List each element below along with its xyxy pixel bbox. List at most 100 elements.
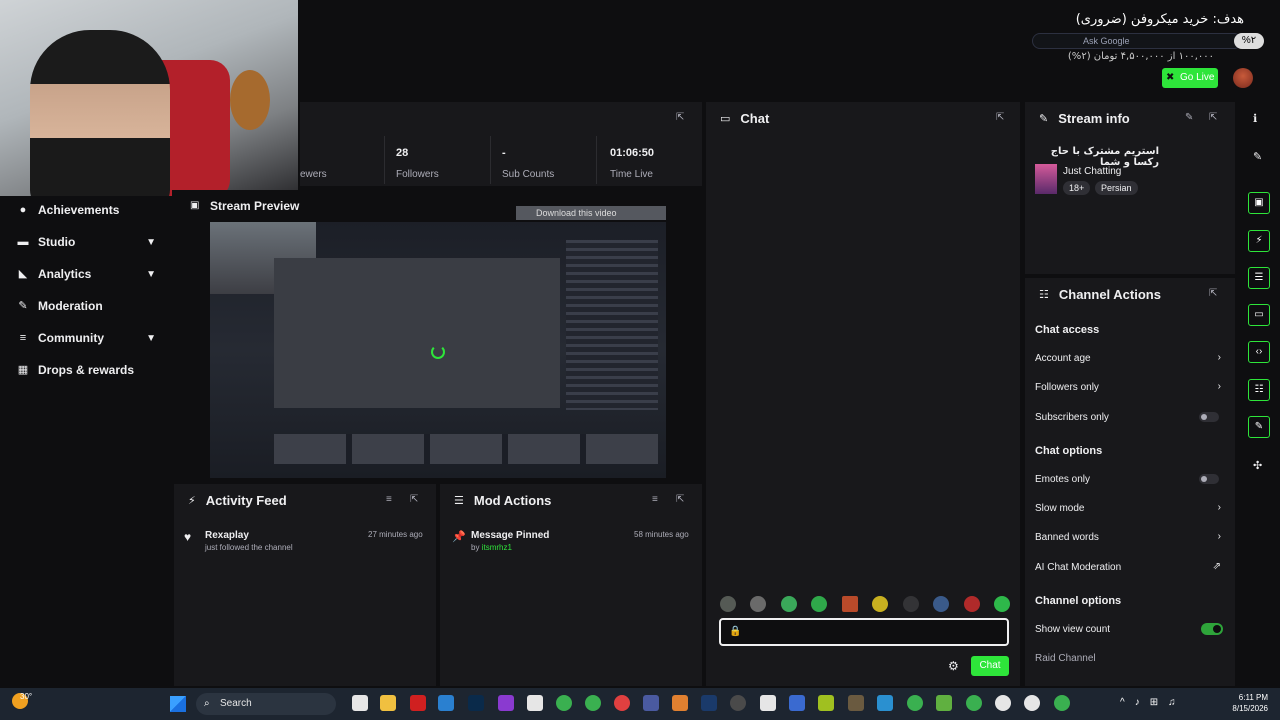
external-link-icon[interactable]: ⇗ bbox=[1213, 561, 1221, 572]
rail-button-list[interactable]: ☰ bbox=[1248, 267, 1270, 289]
app-icon[interactable] bbox=[643, 695, 659, 711]
emote-icon[interactable] bbox=[750, 596, 767, 612]
slow-mode-item[interactable]: Slow mode bbox=[1035, 503, 1084, 514]
filter-icon[interactable]: ≡ bbox=[386, 494, 392, 505]
system-tray-icons[interactable]: ^♪⊞♫ bbox=[1120, 697, 1186, 708]
activity-user[interactable]: Rexaplay bbox=[205, 530, 249, 541]
task-view-icon[interactable] bbox=[352, 695, 368, 711]
rail-button-panels[interactable]: ☷ bbox=[1248, 379, 1270, 401]
popout-icon[interactable]: ⇱ bbox=[1209, 112, 1217, 123]
app-icon[interactable] bbox=[818, 695, 834, 711]
extensions-icon[interactable]: ✣ bbox=[1253, 459, 1262, 472]
chrome-icon[interactable] bbox=[966, 695, 982, 711]
chat-send-button[interactable]: Chat bbox=[971, 656, 1009, 676]
channel-actions-title: Channel Actions bbox=[1058, 286, 1161, 302]
chrome-icon[interactable] bbox=[907, 695, 923, 711]
file-explorer-icon[interactable] bbox=[380, 695, 396, 711]
popout-icon[interactable]: ⇱ bbox=[410, 494, 418, 505]
emote-icon[interactable] bbox=[841, 596, 858, 612]
popout-icon[interactable]: ⇱ bbox=[996, 112, 1004, 123]
popout-icon[interactable]: ⇱ bbox=[676, 494, 684, 505]
rail-button-wrench[interactable]: ✎ bbox=[1248, 416, 1270, 438]
app-icon[interactable] bbox=[936, 695, 952, 711]
chrome-icon[interactable] bbox=[1054, 695, 1070, 711]
wrench-icon: ✎ bbox=[18, 300, 28, 312]
sidebar: ● Achievements ▬ Studio ▼ ◣ Analytics ▼ … bbox=[0, 196, 172, 686]
emote-icon[interactable] bbox=[811, 596, 828, 612]
taskbar-search[interactable]: Search bbox=[196, 693, 336, 715]
raid-channel-item[interactable]: Raid Channel bbox=[1035, 653, 1096, 664]
chevron-right-icon[interactable]: › bbox=[1218, 531, 1221, 542]
steam-icon[interactable] bbox=[701, 695, 717, 711]
show-view-count-toggle[interactable] bbox=[1201, 623, 1223, 635]
emote-icon[interactable] bbox=[902, 596, 919, 612]
photoshop-icon[interactable] bbox=[468, 695, 484, 711]
mod-action-user[interactable]: itsmrhz1 bbox=[482, 543, 512, 552]
app-icon[interactable] bbox=[410, 695, 426, 711]
taskbar-clock[interactable]: 6:11 PM 8/15/2026 bbox=[1232, 692, 1268, 714]
obs-icon[interactable] bbox=[614, 695, 630, 711]
avatar[interactable] bbox=[1233, 68, 1253, 88]
chevron-right-icon[interactable]: › bbox=[1218, 381, 1221, 392]
sidebar-item-analytics[interactable]: ◣ Analytics ▼ bbox=[0, 260, 172, 288]
app-icon[interactable] bbox=[527, 695, 543, 711]
app-icon[interactable] bbox=[848, 695, 864, 711]
sidebar-item-community[interactable]: ≡ Community ▼ bbox=[0, 324, 172, 352]
banned-words-item[interactable]: Banned words bbox=[1035, 532, 1099, 543]
app-icon[interactable] bbox=[995, 695, 1011, 711]
app-icon[interactable] bbox=[760, 695, 776, 711]
ai-chat-moderation-item[interactable]: AI Chat Moderation bbox=[1035, 562, 1121, 573]
twitch-icon[interactable] bbox=[498, 695, 514, 711]
subscribers-only-item: Subscribers only bbox=[1035, 412, 1109, 423]
filter-icon[interactable]: ≡ bbox=[652, 494, 658, 505]
category-boxart[interactable] bbox=[1035, 164, 1057, 194]
media-icon[interactable] bbox=[1024, 695, 1040, 711]
category-name[interactable]: Just Chatting bbox=[1063, 166, 1121, 177]
account-age-item[interactable]: Account age bbox=[1035, 353, 1091, 364]
rail-button-clip[interactable]: ▣ bbox=[1248, 192, 1270, 214]
sidebar-item-drops-rewards[interactable]: ▦ Drops & rewards bbox=[0, 356, 172, 384]
download-video-bar[interactable]: Download this video bbox=[516, 206, 666, 220]
app-icon[interactable] bbox=[672, 695, 688, 711]
rail-button-lightning[interactable]: ⚡ bbox=[1248, 230, 1270, 252]
emote-icon[interactable] bbox=[720, 596, 736, 612]
info-icon[interactable]: ℹ bbox=[1253, 112, 1257, 125]
rail-button-chat[interactable]: ▭ bbox=[1248, 304, 1270, 326]
app-icon[interactable] bbox=[730, 695, 746, 711]
app-icon[interactable] bbox=[877, 695, 893, 711]
chevron-right-icon[interactable]: › bbox=[1218, 502, 1221, 513]
goal-title: هدف: خرید میکروفن (ضروری) bbox=[1075, 12, 1244, 27]
divider bbox=[384, 136, 385, 184]
app-icon[interactable] bbox=[789, 695, 805, 711]
divider bbox=[596, 136, 597, 184]
sidebar-item-studio[interactable]: ▬ Studio ▼ bbox=[0, 228, 172, 256]
app-icon[interactable] bbox=[438, 695, 454, 711]
sidebar-item-achievements[interactable]: ● Achievements bbox=[0, 196, 172, 224]
wrench-icon: ✎ bbox=[1254, 421, 1264, 432]
emote-icon[interactable] bbox=[780, 596, 797, 612]
emote-icon[interactable] bbox=[963, 596, 980, 612]
chat-input[interactable]: 🔒 bbox=[719, 618, 1009, 646]
tag-badge[interactable]: 18+ bbox=[1063, 181, 1091, 195]
emote-icon[interactable] bbox=[933, 596, 950, 612]
windows-start-icon[interactable] bbox=[170, 696, 186, 712]
gear-icon[interactable]: ⚙ bbox=[948, 659, 959, 673]
emotes-only-toggle[interactable] bbox=[1199, 474, 1219, 484]
emote-icon[interactable] bbox=[872, 596, 889, 612]
edit-icon[interactable]: ✎ bbox=[1185, 112, 1193, 123]
chrome-icon[interactable] bbox=[556, 695, 572, 711]
subscribers-only-toggle[interactable] bbox=[1199, 412, 1219, 422]
followers-only-item[interactable]: Followers only bbox=[1035, 382, 1099, 393]
emote-icon[interactable] bbox=[993, 596, 1010, 612]
sidebar-item-label: Analytics bbox=[38, 267, 92, 281]
omnibox[interactable]: Ask Google bbox=[1032, 33, 1242, 49]
popout-icon[interactable]: ⇱ bbox=[1209, 288, 1217, 299]
sidebar-item-moderation[interactable]: ✎ Moderation bbox=[0, 292, 172, 320]
pencil-icon[interactable]: ✎ bbox=[1253, 150, 1262, 163]
tag-badge[interactable]: Persian bbox=[1095, 181, 1138, 195]
stream-info-header: ✎ Stream info bbox=[1025, 102, 1235, 134]
chrome-icon[interactable] bbox=[585, 695, 601, 711]
popout-icon[interactable]: ⇱ bbox=[676, 112, 684, 123]
chevron-right-icon[interactable]: › bbox=[1218, 352, 1221, 363]
rail-button-embed[interactable]: ‹› bbox=[1248, 341, 1270, 363]
